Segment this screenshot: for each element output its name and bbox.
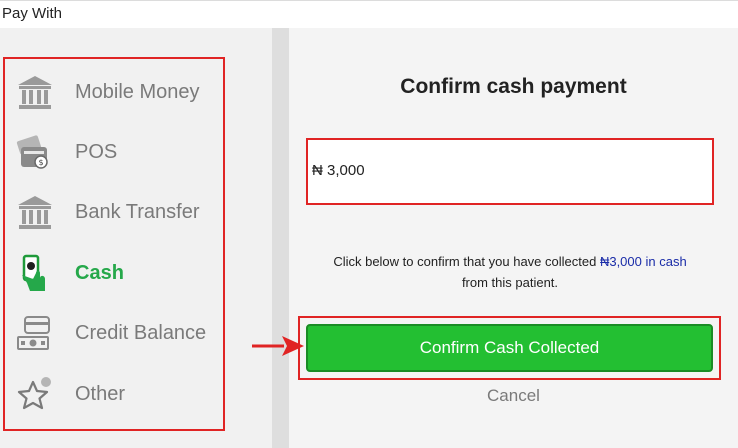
amount-highlight: ₦ 3,000: [306, 138, 714, 205]
star-icon: [15, 374, 55, 414]
pointer-arrow-icon: [252, 336, 304, 356]
cash-hand-icon: [15, 253, 55, 293]
credit-card-icon: [15, 313, 55, 353]
confirm-cash-collected-button[interactable]: Confirm Cash Collected: [306, 324, 713, 372]
method-other[interactable]: Other: [15, 372, 215, 416]
method-cash[interactable]: Cash: [15, 251, 215, 295]
bank-icon: [15, 72, 55, 112]
method-bank-transfer[interactable]: Bank Transfer: [15, 190, 215, 234]
method-pos[interactable]: $ POS: [15, 130, 215, 174]
instruction-text: Click below to confirm that you have col…: [333, 254, 600, 269]
confirm-button-highlight: Confirm Cash Collected: [298, 316, 721, 380]
method-label: POS: [75, 140, 118, 163]
cancel-link[interactable]: Cancel: [289, 386, 738, 406]
svg-text:$: $: [38, 158, 43, 167]
method-label: Other: [75, 382, 126, 405]
method-credit-balance[interactable]: Credit Balance: [15, 311, 215, 355]
title-bar: Pay With: [0, 0, 738, 28]
amount-field[interactable]: ₦ 3,000: [312, 162, 365, 179]
confirm-instructions: Click below to confirm that you have col…: [300, 251, 720, 293]
method-label: Credit Balance: [75, 321, 207, 344]
confirm-title: Confirm cash payment: [400, 75, 627, 98]
pay-with-title: Pay With: [2, 5, 63, 22]
method-label: Bank Transfer: [75, 200, 200, 223]
instruction-suffix: from this patient.: [461, 275, 559, 290]
pos-card-icon: $: [15, 132, 55, 172]
bank-icon: [15, 192, 55, 232]
method-label: Mobile Money: [75, 80, 200, 103]
method-label: Cash: [75, 261, 124, 284]
method-mobile-money[interactable]: Mobile Money: [15, 70, 215, 114]
instruction-amount: ₦3,000 in cash: [599, 254, 687, 269]
panel-divider: [272, 28, 289, 448]
